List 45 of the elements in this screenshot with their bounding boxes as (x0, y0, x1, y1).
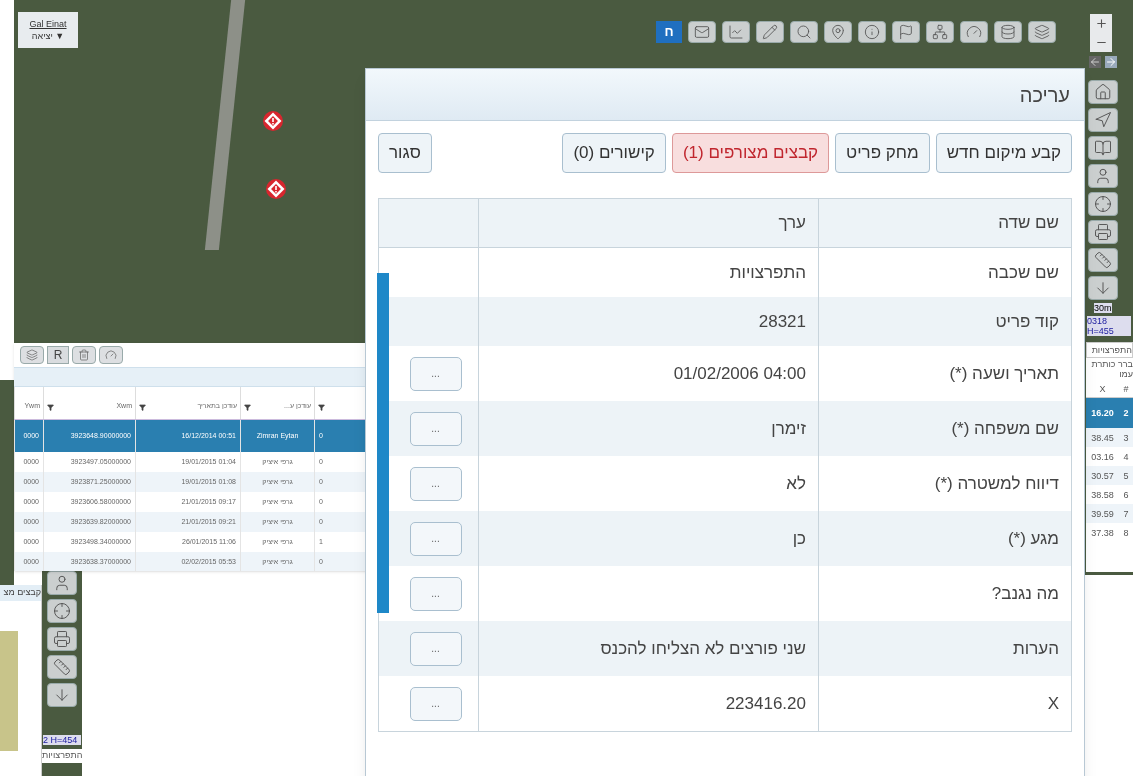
table-cell[interactable]: 7 (1119, 504, 1133, 523)
column-header[interactable]: X (1086, 384, 1119, 397)
table-cell[interactable]: 38.45 (1086, 428, 1119, 447)
user-name-link[interactable]: Gal Einat (29, 19, 67, 29)
logout-menu[interactable]: יציאה ▼ (31, 31, 65, 41)
table-tab[interactable]: התפרצויות (42, 749, 82, 763)
field-value: 04:00 01/02/2006 (673, 362, 806, 385)
edit-value-button[interactable]: ... (409, 356, 462, 391)
table-cell[interactable]: 3 (1119, 428, 1133, 447)
dialog-button[interactable]: קישורים (0) (562, 133, 666, 173)
field-value: 28321 (758, 310, 806, 333)
column-header: ערך (478, 199, 818, 247)
logo[interactable]: ח (656, 21, 682, 43)
dialog-button[interactable]: קבצים מצורפים (1) (671, 133, 830, 173)
table-cell[interactable]: 5 (1119, 466, 1133, 485)
edit-value-button[interactable]: ... (409, 686, 462, 721)
r-button[interactable]: R (47, 346, 69, 364)
field-value: כן (792, 527, 806, 550)
column-header[interactable]: # (1119, 384, 1133, 397)
field-name: X (818, 676, 1071, 731)
window-title: קבצים מצ (0, 585, 41, 601)
dialog-title: עריכה (1019, 82, 1070, 108)
table-tab[interactable]: התפרצויות (1086, 342, 1133, 358)
coordinates-label: 0318 H=455 (1087, 316, 1131, 336)
edit-value-button[interactable]: ... (409, 521, 462, 556)
dialog-button[interactable]: קבע מיקום חדש (935, 133, 1072, 173)
filter-hint: ברר כותרת עמו (1090, 358, 1133, 380)
field-value: 223416.20 (725, 692, 806, 715)
field-value: לא (786, 472, 806, 495)
table-cell[interactable]: 2 (1119, 398, 1133, 428)
field-value: שני פורצים לא הצליחו להכנס (600, 637, 806, 660)
scale-label: 30m (1094, 303, 1112, 313)
edit-value-button[interactable]: ... (409, 411, 462, 446)
edit-value-button[interactable]: ... (409, 631, 462, 666)
table-cell[interactable]: 30.57 (1086, 466, 1119, 485)
dialog-button[interactable]: מחק פריט (835, 133, 930, 173)
table-cell[interactable]: 16.20 (1086, 398, 1119, 428)
field-value: התפרצויות (729, 261, 806, 284)
edit-value-button[interactable]: ... (409, 576, 462, 611)
coordinates-label: 2 H=454 (43, 735, 81, 745)
column-header: שם שדה (818, 199, 1071, 247)
close-button[interactable]: סגור (378, 133, 432, 173)
field-value: זימרן (771, 417, 806, 440)
table-cell[interactable]: 39.59 (1086, 504, 1119, 523)
edit-value-button[interactable]: ... (409, 466, 462, 501)
